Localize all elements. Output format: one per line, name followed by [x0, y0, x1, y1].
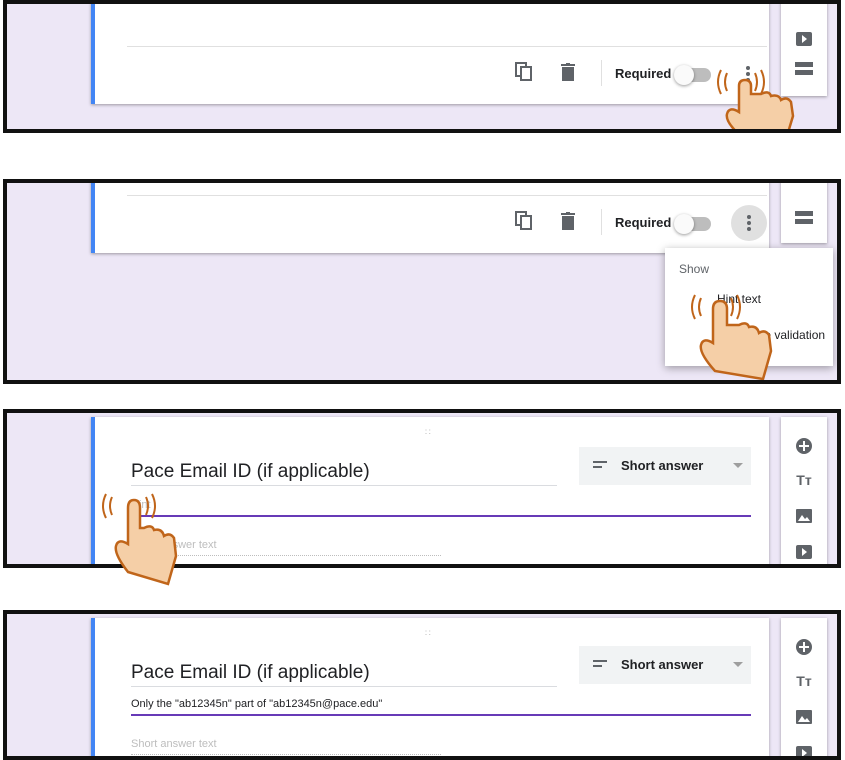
short-answer-icon [593, 461, 607, 471]
required-toggle[interactable] [674, 65, 711, 85]
required-toggle[interactable] [674, 214, 711, 234]
trash-icon[interactable] [561, 63, 575, 86]
question-card: Required [91, 4, 769, 104]
question-title[interactable]: Pace Email ID (if applicable) [131, 461, 370, 483]
question-type-select[interactable]: Short answer [579, 447, 751, 485]
hint-underline [131, 515, 751, 517]
question-type-label: Short answer [621, 657, 704, 672]
trash-icon[interactable] [561, 212, 575, 235]
add-circle-icon[interactable] [793, 435, 815, 457]
card-divider [127, 46, 767, 47]
copy-icon[interactable] [515, 62, 533, 87]
toolbar-divider [601, 60, 602, 86]
pointing-hand-icon [102, 493, 178, 586]
pointing-hand-icon [691, 294, 773, 380]
video-icon[interactable] [793, 541, 815, 563]
question-type-label: Short answer [621, 458, 704, 473]
pointing-hand-icon [717, 69, 795, 129]
hint-input[interactable]: Only the "ab12345n" part of "ab12345n@pa… [131, 698, 382, 710]
menu-header: Show [679, 262, 710, 276]
title-underline [131, 485, 557, 486]
video-icon[interactable] [793, 28, 815, 50]
question-toolbar: Tт [781, 417, 827, 564]
panel-step-2: Required Show Hint text Response validat… [3, 179, 841, 384]
question-title[interactable]: Pace Email ID (if applicable) [131, 662, 370, 684]
chevron-down-icon [733, 662, 743, 667]
answer-underline [131, 754, 441, 755]
image-icon[interactable] [793, 505, 815, 527]
drag-handle-icon[interactable]: ∷ [425, 427, 432, 438]
image-icon[interactable] [793, 706, 815, 728]
question-toolbar [781, 183, 827, 243]
question-card: Required [91, 183, 769, 253]
required-label: Required [615, 215, 672, 230]
toolbar-divider [601, 209, 602, 235]
answer-placeholder: Short answer text [131, 738, 217, 750]
question-card: ∷ Pace Email ID (if applicable) Short an… [91, 618, 769, 756]
copy-icon[interactable] [515, 211, 533, 236]
title-underline [131, 686, 557, 687]
question-type-select[interactable]: Short answer [579, 646, 751, 684]
panel-step-1: Required [3, 0, 841, 133]
video-icon[interactable] [793, 742, 815, 756]
hint-underline [131, 714, 751, 716]
chevron-down-icon [733, 463, 743, 468]
section-icon[interactable] [793, 207, 815, 229]
add-circle-icon[interactable] [793, 636, 815, 658]
card-divider [127, 195, 767, 196]
more-button[interactable] [731, 205, 767, 241]
required-label: Required [615, 66, 672, 81]
panel-step-4: ∷ Pace Email ID (if applicable) Short an… [3, 610, 841, 760]
question-toolbar: Tт [781, 618, 827, 756]
question-card: ∷ Pace Email ID (if applicable) Short an… [91, 417, 769, 564]
title-icon[interactable]: Tт [793, 670, 815, 692]
title-icon[interactable]: Tт [793, 469, 815, 491]
short-answer-icon [593, 660, 607, 670]
more-vert-icon [746, 215, 752, 233]
drag-handle-icon[interactable]: ∷ [425, 628, 432, 639]
